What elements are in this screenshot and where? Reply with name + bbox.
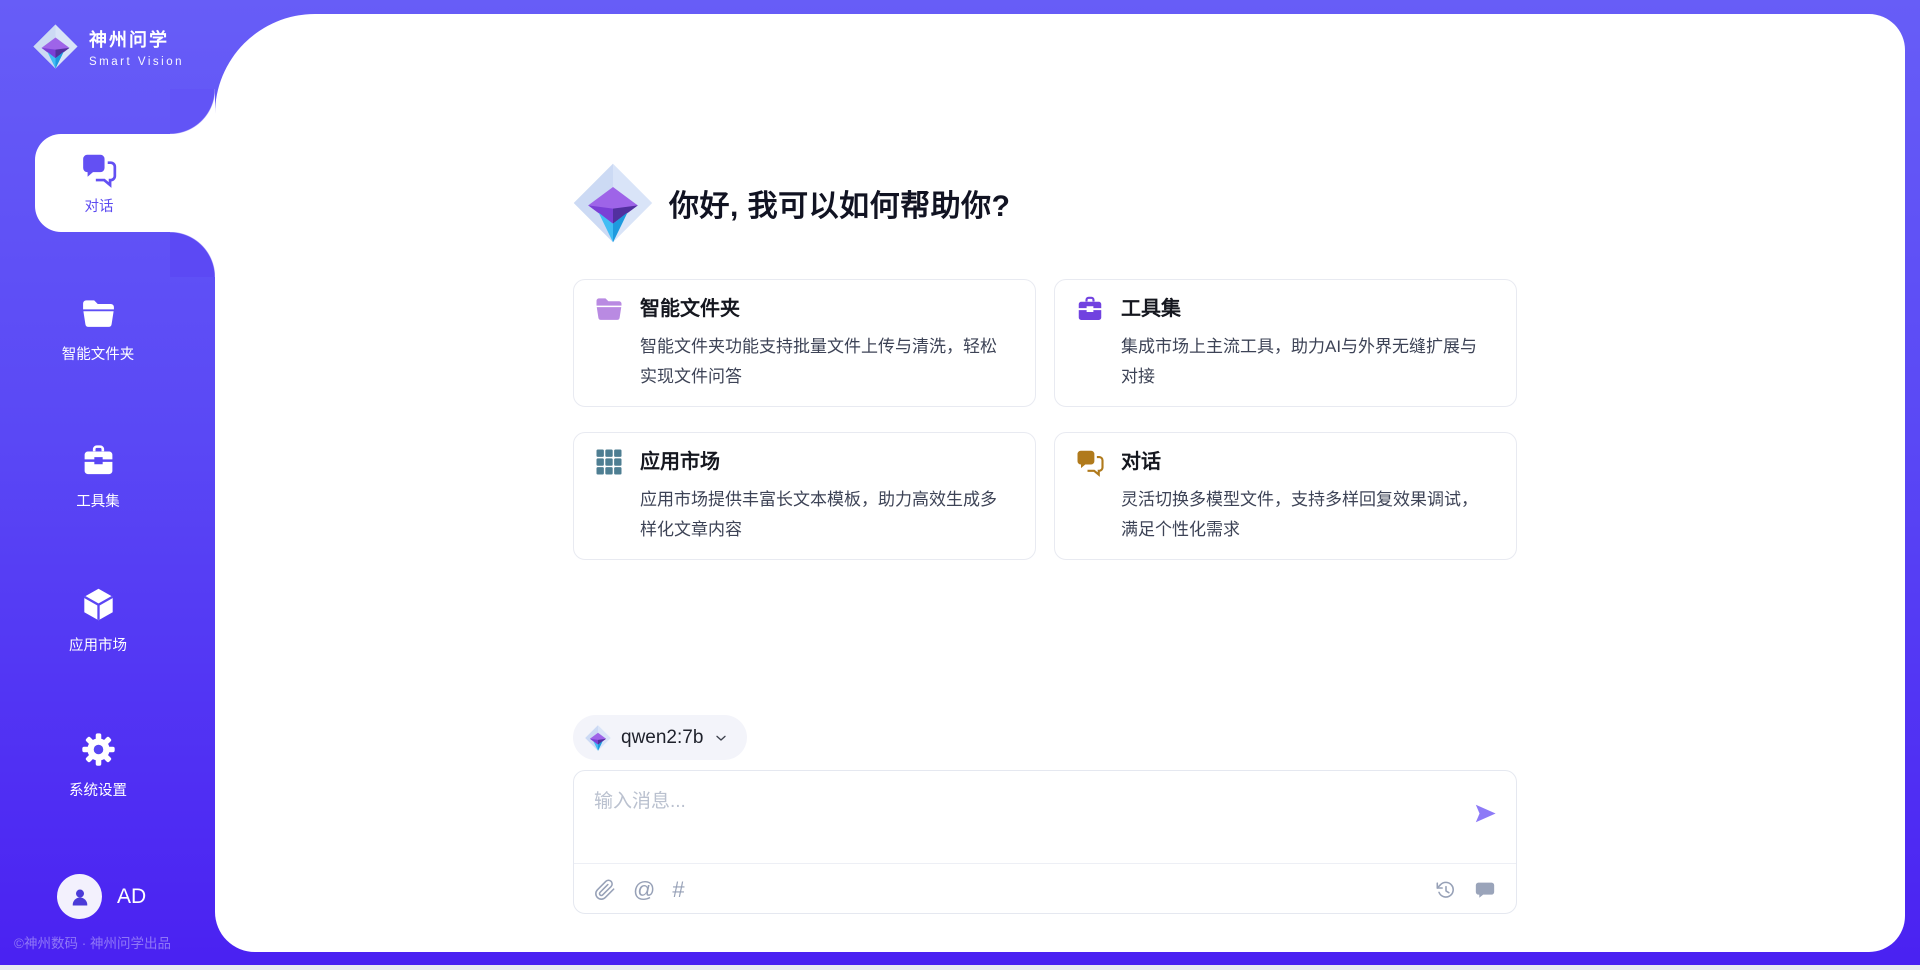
sidebar-item-label: 应用市场 (69, 634, 127, 655)
main-panel: 你好, 我可以如何帮助你? 智能文件夹 智能文件夹功能支持批量文件上传与清洗，轻… (215, 14, 1905, 952)
sidebar-item-chat[interactable]: 对话 (35, 134, 215, 232)
card-title: 对话 (1121, 447, 1161, 477)
card-chat[interactable]: 对话 灵活切换多模型文件，支持多样回复效果调试，满足个性化需求 (1054, 432, 1517, 560)
shortcut-cards: 智能文件夹 智能文件夹功能支持批量文件上传与清洗，轻松实现文件问答 工具集 集成… (573, 279, 1517, 560)
gear-icon (80, 731, 117, 768)
sidebar-item-settings[interactable]: 系统设置 (0, 731, 196, 800)
sidebar-item-label: 智能文件夹 (62, 343, 135, 364)
sidebar: 神州问学 Smart Vision 对话 智能文件夹 工具集 应用市场 系统设置 (0, 0, 215, 970)
chat-bubbles-icon (80, 150, 118, 188)
sidebar-item-label: 对话 (85, 195, 114, 216)
history-clock-icon (1435, 879, 1457, 901)
greeting: 你好, 我可以如何帮助你? (573, 163, 1517, 243)
sidebar-item-toolset[interactable]: 工具集 (0, 442, 196, 511)
composer-toolbar: @ # (574, 864, 1516, 915)
greeting-title: 你好, 我可以如何帮助你? (669, 181, 1011, 225)
main-content: 你好, 我可以如何帮助你? 智能文件夹 智能文件夹功能支持批量文件上传与清洗，轻… (573, 14, 1517, 914)
card-title: 智能文件夹 (640, 294, 740, 324)
paperclip-icon (594, 879, 616, 901)
diamond-gem-icon (573, 163, 653, 243)
avatar (57, 874, 102, 919)
copyright-footer: ©神州数码 · 神州问学出品 (14, 932, 171, 952)
comment-button[interactable] (1474, 879, 1496, 901)
folder-icon (594, 294, 624, 324)
brand-subtitle: Smart Vision (89, 56, 184, 68)
grid-icon (594, 447, 624, 477)
mention-button[interactable]: @ (633, 879, 655, 901)
folder-icon (80, 295, 117, 332)
card-header: 工具集 (1075, 294, 1492, 324)
send-button[interactable] (1472, 800, 1499, 827)
tab-fillet-top (170, 89, 215, 134)
sidebar-item-smart-folder[interactable]: 智能文件夹 (0, 295, 196, 364)
card-description: 集成市场上主流工具，助力AI与外界无缝扩展与对接 (1121, 332, 1492, 392)
chat-bubbles-icon (1075, 447, 1105, 477)
window-bottom-edge (0, 965, 1920, 970)
card-description: 灵活切换多模型文件，支持多样回复效果调试，满足个性化需求 (1121, 485, 1492, 545)
card-toolset[interactable]: 工具集 集成市场上主流工具，助力AI与外界无缝扩展与对接 (1054, 279, 1517, 407)
send-plane-icon (1472, 800, 1499, 827)
cube-icon (80, 586, 117, 623)
card-description: 应用市场提供丰富长文本模板，助力高效生成多样化文章内容 (640, 485, 1011, 545)
brand-diamond-icon (33, 24, 78, 69)
card-title: 应用市场 (640, 447, 720, 477)
brand: 神州问学 Smart Vision (33, 24, 184, 69)
tab-fillet-bottom (170, 232, 215, 277)
toolbox-icon (80, 442, 117, 479)
history-button[interactable] (1435, 879, 1457, 901)
brand-name: 神州问学 (89, 31, 184, 49)
card-header: 对话 (1075, 447, 1492, 477)
user-name: AD (117, 885, 146, 909)
sidebar-item-label: 系统设置 (69, 779, 127, 800)
app-window: 神州问学 Smart Vision 对话 智能文件夹 工具集 应用市场 系统设置 (0, 0, 1920, 970)
hash-button[interactable]: # (672, 879, 684, 901)
card-title: 工具集 (1121, 294, 1181, 324)
message-input[interactable] (574, 771, 1454, 859)
card-header: 应用市场 (594, 447, 1011, 477)
brand-text: 神州问学 Smart Vision (89, 24, 184, 68)
card-smart-folder[interactable]: 智能文件夹 智能文件夹功能支持批量文件上传与清洗，轻松实现文件问答 (573, 279, 1036, 407)
sidebar-item-app-market[interactable]: 应用市场 (0, 586, 196, 655)
card-app-market[interactable]: 应用市场 应用市场提供丰富长文本模板，助力高效生成多样化文章内容 (573, 432, 1036, 560)
attach-button[interactable] (594, 879, 616, 901)
sidebar-item-label: 工具集 (76, 490, 120, 511)
model-name: qwen2:7b (621, 727, 703, 749)
diamond-gem-icon (585, 725, 611, 751)
person-icon (67, 884, 93, 910)
toolbox-icon (1075, 294, 1105, 324)
card-header: 智能文件夹 (594, 294, 1011, 324)
comment-filled-icon (1474, 879, 1496, 901)
user-account[interactable]: AD (57, 874, 146, 919)
card-description: 智能文件夹功能支持批量文件上传与清洗，轻松实现文件问答 (640, 332, 1011, 392)
chevron-down-icon (713, 730, 729, 746)
model-selector[interactable]: qwen2:7b (573, 715, 747, 760)
message-composer: @ # (573, 770, 1517, 914)
